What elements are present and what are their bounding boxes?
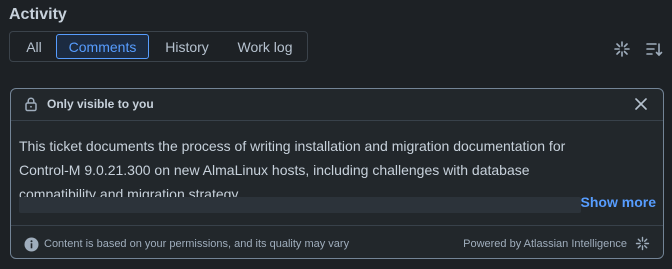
text-fade-overlay (19, 197, 581, 213)
visibility-label: Only visible to you (47, 97, 154, 111)
lock-icon (23, 96, 39, 112)
close-icon[interactable] (633, 96, 649, 112)
sort-icon[interactable] (645, 40, 663, 58)
tab-comments[interactable]: Comments (56, 34, 149, 59)
info-icon (24, 237, 39, 252)
tab-work-log[interactable]: Work log (225, 34, 305, 59)
activity-tabs: All Comments History Work log (9, 31, 308, 62)
powered-by-text: Powered by Atlassian Intelligence (463, 238, 627, 250)
activity-heading: Activity (9, 6, 67, 23)
tab-all[interactable]: All (12, 34, 56, 59)
panel-header: Only visible to you (11, 89, 663, 121)
activity-section: Activity All Comments History Work log O… (0, 0, 672, 269)
show-more-link[interactable]: Show more (581, 194, 656, 210)
sparkle-icon[interactable] (613, 40, 631, 58)
panel-footer: Content is based on your permissions, an… (11, 225, 663, 258)
atlassian-intelligence-icon (635, 236, 650, 251)
summary-text: This ticket documents the process of wri… (19, 138, 566, 202)
disclaimer-text: Content is based on your permissions, an… (44, 238, 350, 250)
ai-summary-panel: Only visible to you This ticket document… (10, 88, 664, 259)
tab-history[interactable]: History (149, 34, 225, 59)
